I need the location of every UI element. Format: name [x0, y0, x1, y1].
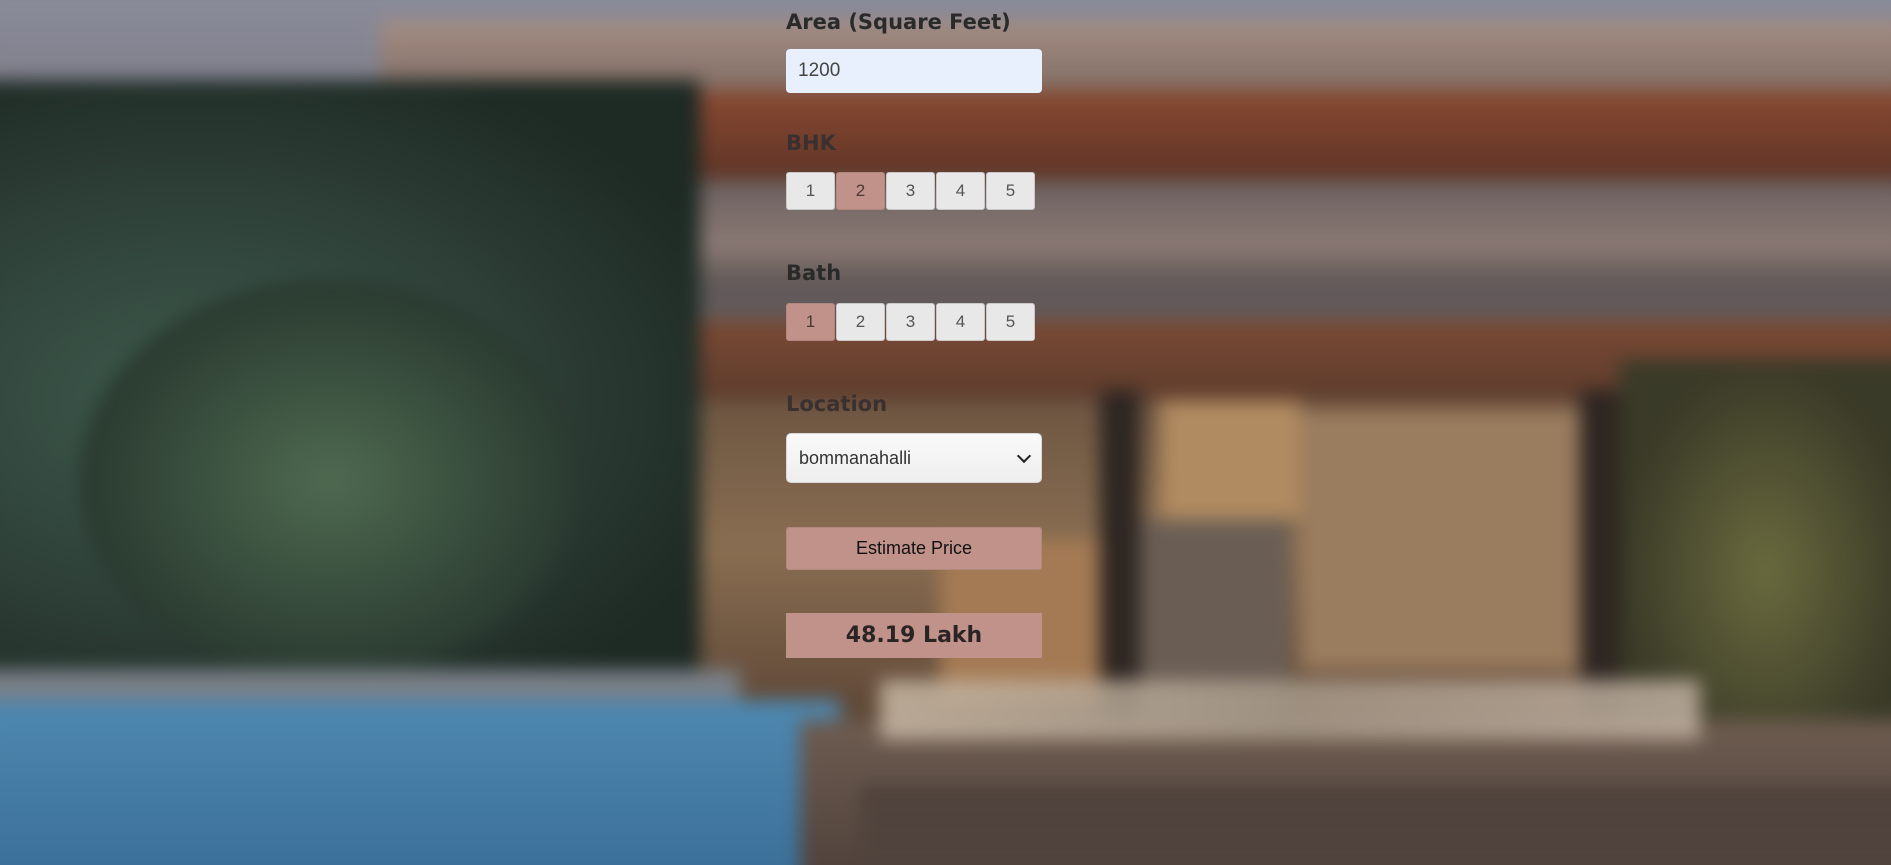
- bath-option-2[interactable]: 2: [836, 303, 885, 341]
- area-label: Area (Square Feet): [786, 10, 1011, 34]
- bhk-option-1[interactable]: 1: [786, 172, 835, 210]
- bath-option-4[interactable]: 4: [936, 303, 985, 341]
- bath-selector: 1 2 3 4 5: [786, 303, 1036, 341]
- bath-option-3[interactable]: 3: [886, 303, 935, 341]
- bhk-label: BHK: [786, 131, 836, 155]
- bhk-option-4[interactable]: 4: [936, 172, 985, 210]
- chevron-down-icon: [1016, 448, 1032, 463]
- bath-option-5[interactable]: 5: [986, 303, 1035, 341]
- bhk-option-5[interactable]: 5: [986, 172, 1035, 210]
- bath-label: Bath: [786, 261, 842, 285]
- location-select[interactable]: bommanahalli: [786, 433, 1042, 483]
- bhk-selector: 1 2 3 4 5: [786, 172, 1036, 210]
- location-selected-value: bommanahalli: [799, 447, 912, 468]
- bhk-option-3[interactable]: 3: [886, 172, 935, 210]
- estimated-price-result: 48.19 Lakh: [786, 613, 1042, 658]
- page: Area (Square Feet) BHK 1 2 3 4 5 Bath 1 …: [0, 0, 1891, 865]
- location-label: Location: [786, 392, 888, 416]
- estimate-price-button[interactable]: Estimate Price: [786, 527, 1042, 570]
- area-input[interactable]: [786, 49, 1042, 93]
- bhk-option-2[interactable]: 2: [836, 172, 885, 210]
- bath-option-1[interactable]: 1: [786, 303, 835, 341]
